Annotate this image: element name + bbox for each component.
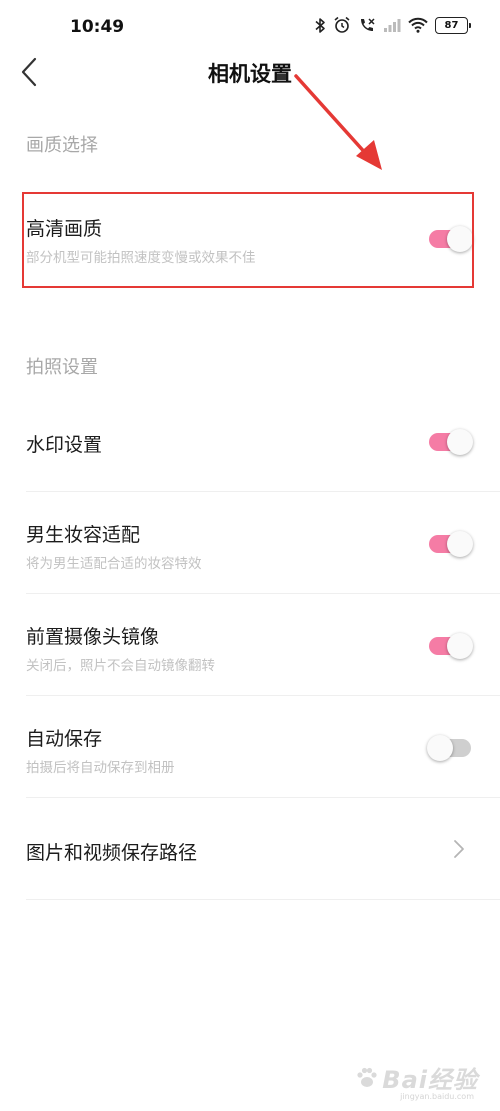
annotation-highlight-box [22,192,474,288]
setting-title: 自动保存 [26,728,103,750]
alarm-icon [334,16,350,33]
setting-title: 图片和视频保存路径 [26,842,198,864]
status-icons: 87 [315,16,471,34]
signal-icon [384,19,401,32]
setting-subtitle: 将为男生适配合适的妆容特效 [26,556,202,572]
setting-row-save-path[interactable]: 图片和视频保存路径 [0,798,500,900]
setting-subtitle: 拍摄后将自动保存到相册 [26,760,175,776]
call-muted-icon [361,18,375,31]
bluetooth-icon [315,17,325,33]
setting-row-watermark[interactable]: 水印设置 [0,392,500,492]
toggle-knob [447,429,473,455]
setting-title: 水印设置 [26,434,103,456]
setting-subtitle: 关闭后，照片不会自动镜像翻转 [26,658,215,674]
baidu-watermark: Bai经验 jingyan.baidu.com [354,1060,478,1101]
page-title: 相机设置 [208,62,292,86]
watermark-subtext: jingyan.baidu.com [400,1092,474,1101]
setting-title: 前置摄像头镜像 [26,626,160,648]
setting-row-male-makeup[interactable]: 男生妆容适配 将为男生适配合适的妆容特效 [0,492,500,594]
setting-row-front-mirror[interactable]: 前置摄像头镜像 关闭后，照片不会自动镜像翻转 [0,594,500,696]
auto-save-toggle[interactable] [427,735,471,761]
chevron-right-icon [454,840,464,858]
toggle-knob [447,633,473,659]
toggle-knob [427,735,453,761]
status-bar: 10:49 87 [0,0,500,56]
watermark-text: Bai经验 [382,1066,478,1094]
status-time: 10:49 [70,17,125,37]
annotation-arrow-icon [294,74,382,170]
battery-icon: 87 [435,16,471,34]
header: 相机设置 [0,50,500,94]
toggle-knob [447,531,473,557]
setting-row-auto-save[interactable]: 自动保存 拍摄后将自动保存到相册 [0,696,500,798]
section-header-quality: 画质选择 [26,135,98,156]
divider [26,899,500,900]
setting-title: 男生妆容适配 [26,524,141,546]
paw-icon [357,1067,377,1087]
section-header-photo: 拍照设置 [26,357,98,378]
male-makeup-toggle[interactable] [429,531,473,557]
front-mirror-toggle[interactable] [429,633,473,659]
watermark-toggle[interactable] [429,429,473,455]
wifi-icon [408,17,428,33]
